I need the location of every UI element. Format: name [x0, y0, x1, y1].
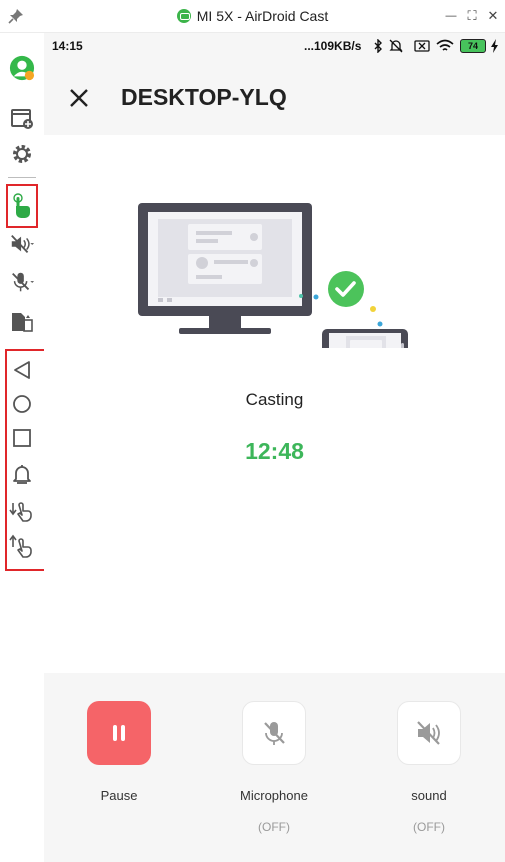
- swipe-down-button[interactable]: [9, 498, 35, 524]
- pause-button[interactable]: [87, 701, 151, 765]
- sidebar-divider: [8, 177, 36, 178]
- restore-button[interactable]: ⛶: [465, 9, 479, 23]
- cast-controls: Pause Microphone (OFF) sound (OFF): [44, 673, 505, 862]
- close-window-button[interactable]: ✕: [486, 9, 500, 23]
- microphone-off-icon: [264, 722, 285, 745]
- window-title: MI 5X - AirDroid Cast: [196, 8, 329, 24]
- add-window-icon: [11, 109, 33, 129]
- swipe-down-icon: [9, 502, 32, 522]
- status-time: 14:15: [52, 39, 83, 53]
- home-icon: [13, 395, 31, 413]
- status-bar: 14:15 ...109KB/s 74: [44, 33, 505, 59]
- microphone-off-icon: [12, 272, 35, 292]
- notification-button[interactable]: [9, 461, 35, 487]
- pause-icon: [113, 725, 125, 741]
- sound-label: sound: [411, 788, 447, 803]
- network-speed: ...109KB/s: [304, 39, 362, 53]
- microphone-label: Microphone: [240, 788, 308, 803]
- cast-timer: 12:48: [245, 438, 304, 464]
- sim-card-icon: [414, 40, 430, 52]
- file-transfer-button[interactable]: [9, 308, 35, 334]
- sound-toggle-button[interactable]: [9, 231, 35, 257]
- cast-status: Casting: [245, 390, 304, 409]
- minimize-button[interactable]: —: [444, 9, 458, 23]
- sidebar: [0, 33, 52, 862]
- microphone-toggle-button[interactable]: [9, 269, 35, 295]
- recents-button[interactable]: [9, 425, 35, 451]
- add-window-button[interactable]: [9, 106, 35, 132]
- touch-control-icon: [13, 193, 30, 218]
- cast-header: DESKTOP-YLQ: [44, 59, 505, 135]
- home-button[interactable]: [9, 391, 35, 417]
- casting-illustration: [138, 203, 408, 348]
- sound-state: (OFF): [413, 820, 445, 834]
- swipe-up-button[interactable]: [9, 533, 35, 559]
- window-title-bar: MI 5X - AirDroid Cast — ⛶ ✕: [0, 0, 505, 33]
- notification-bell-icon: [13, 465, 31, 484]
- do-not-disturb-icon: [389, 39, 403, 53]
- phone-screen: 14:15 ...109KB/s 74 DESKTOP-YLQ Casting …: [44, 33, 505, 862]
- back-button[interactable]: [9, 357, 35, 383]
- sound-off-icon: [11, 235, 35, 253]
- settings-button[interactable]: [9, 141, 35, 167]
- gear-icon: [13, 145, 31, 163]
- battery-indicator: 74: [460, 39, 486, 53]
- sound-off-icon: [417, 721, 440, 745]
- microphone-button[interactable]: [242, 701, 306, 765]
- sound-button[interactable]: [397, 701, 461, 765]
- avatar-icon: [9, 55, 35, 81]
- bluetooth-icon: [374, 39, 382, 53]
- avatar[interactable]: [9, 55, 35, 81]
- charging-icon: [491, 39, 498, 53]
- wifi-icon: [436, 39, 454, 51]
- back-icon: [14, 361, 30, 379]
- battery-level: 74: [467, 41, 478, 51]
- touch-control-button[interactable]: [9, 193, 35, 219]
- microphone-state: (OFF): [258, 820, 290, 834]
- device-name: DESKTOP-YLQ: [121, 84, 287, 110]
- pause-label: Pause: [100, 788, 138, 803]
- swipe-up-icon: [9, 534, 32, 558]
- airdroid-cast-logo-icon: [176, 9, 191, 23]
- file-transfer-icon: [12, 313, 33, 332]
- recents-icon: [13, 429, 31, 447]
- close-icon[interactable]: [68, 87, 90, 109]
